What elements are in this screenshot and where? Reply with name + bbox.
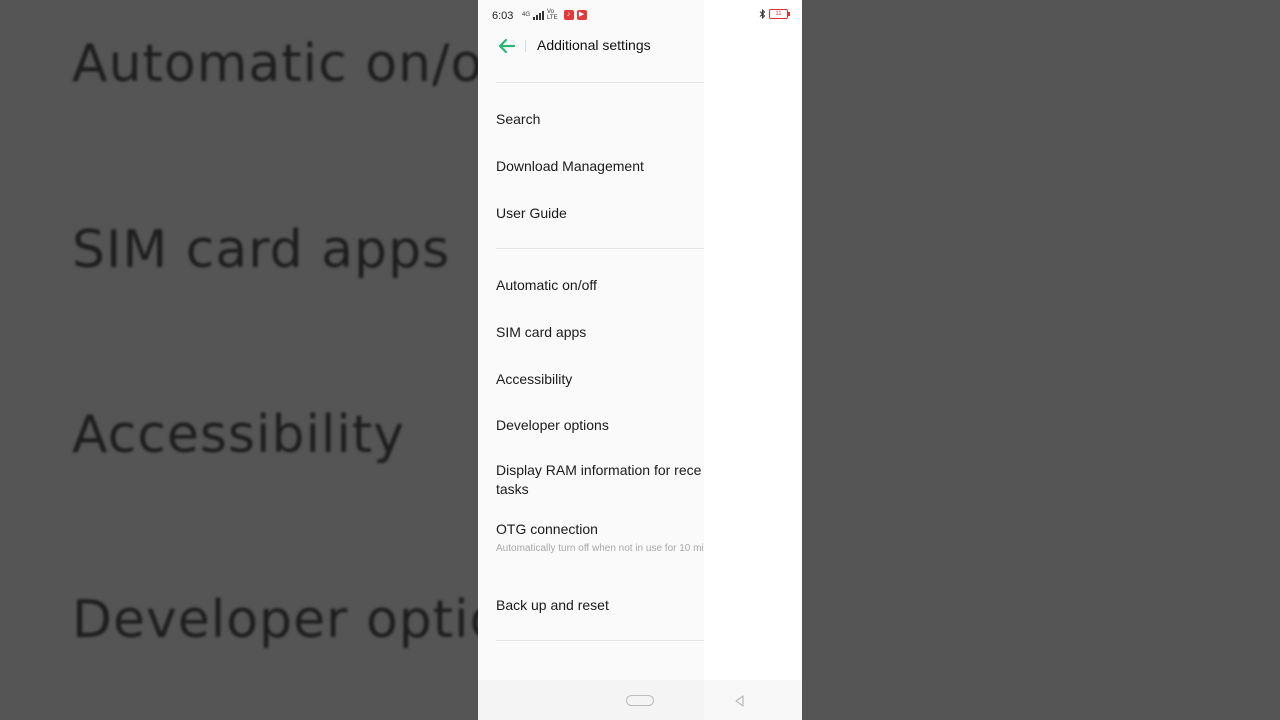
header-divider — [525, 40, 526, 52]
arrow-left-icon[interactable] — [496, 35, 518, 57]
signal-icon — [533, 10, 545, 20]
menu-item-developer-options[interactable]: Developer options — [496, 417, 736, 433]
menu-item-otg-connection[interactable]: OTG connection Automatically turn off wh… — [496, 521, 736, 556]
menu-item-label: Display RAM information for rece — [496, 462, 702, 478]
background-text-1: Automatic on/of — [72, 34, 503, 94]
divider — [496, 82, 704, 83]
nav-bar-right — [704, 680, 802, 720]
menu-item-label-line2: tasks — [496, 481, 529, 497]
status-icons: 4G Vo LTE ♪ ▶ — [522, 9, 587, 21]
menu-item-label: Back up and reset — [496, 597, 609, 613]
bluetooth-icon — [759, 9, 766, 19]
menu-item-label: User Guide — [496, 205, 567, 221]
phone-screen: 6:03 4G Vo LTE ♪ ▶ 11 Additional setting… — [478, 0, 802, 720]
menu-item-label: OTG connection — [496, 521, 598, 537]
status-time: 6:03 — [492, 10, 514, 22]
menu-item-label: Developer options — [496, 417, 609, 433]
menu-item-label: Accessibility — [496, 371, 573, 387]
menu-item-label: Search — [496, 111, 541, 127]
background-text-2: SIM card apps — [72, 220, 451, 280]
volte-bottom: LTE — [547, 15, 558, 21]
menu-item-automatic-on-off[interactable]: Automatic on/off — [496, 277, 736, 293]
menu-item-backup-reset[interactable]: Back up and reset — [496, 597, 736, 613]
menu-item-download-management[interactable]: Download Management — [496, 158, 736, 174]
app-notification-icon: ♪ — [563, 10, 574, 20]
status-bar: 6:03 4G Vo LTE ♪ ▶ 11 — [478, 0, 802, 32]
menu-item-label: Automatic on/off — [496, 277, 597, 293]
battery-icon: 11 — [769, 9, 790, 19]
menu-item-display-ram-info[interactable]: Display RAM information for rece tasks — [496, 461, 736, 499]
menu-item-search[interactable]: Search — [496, 111, 736, 127]
volte-icon: Vo LTE — [547, 9, 558, 21]
status-right: 11 — [759, 9, 790, 19]
triangle-back-icon[interactable] — [733, 694, 747, 708]
menu-item-description: Automatically turn off when not in use f… — [496, 543, 731, 554]
menu-item-accessibility[interactable]: Accessibility — [496, 371, 736, 387]
background-text-4: Developer optio — [72, 590, 503, 650]
header: Additional settings — [478, 30, 704, 66]
navigation-bar — [478, 680, 802, 720]
divider — [496, 640, 704, 641]
background-text-3: Accessibility — [72, 405, 405, 465]
menu-item-label: Download Management — [496, 158, 644, 174]
video-notification-icon: ▶ — [576, 10, 587, 20]
menu-item-label: SIM card apps — [496, 324, 587, 340]
network-type-icon: 4G — [522, 12, 531, 18]
menu-item-sim-card-apps[interactable]: SIM card apps — [496, 324, 736, 340]
page-title: Additional settings — [537, 37, 651, 53]
home-button[interactable] — [626, 695, 654, 706]
menu-item-user-guide[interactable]: User Guide — [496, 205, 736, 221]
right-panel-mask — [704, 32, 802, 680]
divider — [496, 248, 704, 249]
